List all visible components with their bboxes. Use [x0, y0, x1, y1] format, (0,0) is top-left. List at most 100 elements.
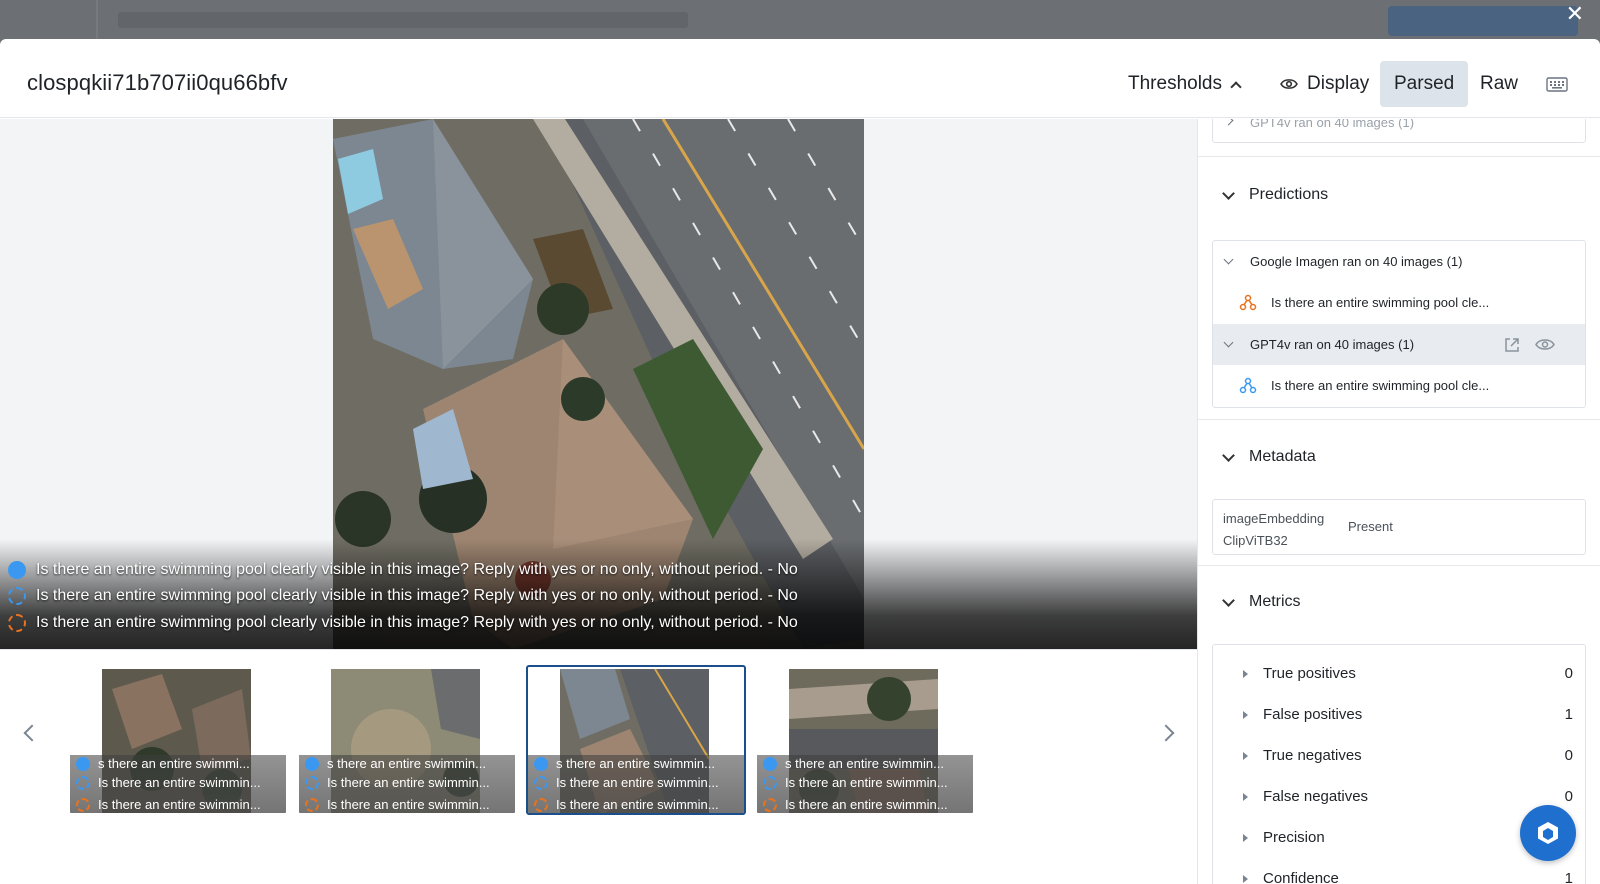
chevron-down-icon [1222, 186, 1235, 200]
thumbnail[interactable]: s there an entire swimmi... Is there an … [68, 665, 288, 815]
metric-value: 0 [1564, 747, 1573, 764]
metadata-key: imageEmbedding ClipViTB32 [1223, 508, 1324, 552]
thumbnail-caption: Is there an entire swimmin... [98, 797, 261, 812]
caret-right-icon [1243, 669, 1248, 678]
thumbnail-caption: Is there an entire swimmin... [785, 797, 948, 812]
prediction-item[interactable]: Is there an entire swimming pool cle... [1213, 282, 1585, 323]
metric-value: 1 [1564, 870, 1573, 884]
metric-row[interactable]: False positives 1 [1213, 694, 1585, 735]
thumbnail-selected[interactable]: s there an entire swimmin... Is there an… [526, 665, 746, 815]
ground-truth-dot-icon [763, 756, 777, 771]
predictions-section-header[interactable]: Predictions [1222, 186, 1329, 204]
chevron-left-icon[interactable] [23, 724, 41, 742]
display-button[interactable]: Display [1266, 61, 1383, 107]
metadata-value: Present [1348, 519, 1393, 534]
metric-value: 0 [1564, 665, 1573, 682]
metric-label: Confidence [1263, 870, 1339, 884]
close-icon[interactable]: ✕ [1566, 3, 1584, 25]
metric-value: 1 [1564, 706, 1573, 723]
prediction-item[interactable]: Is there an entire swimming pool cle... [1213, 365, 1585, 406]
background-page [0, 0, 1600, 40]
prediction-group-row[interactable]: GPT4v ran on 40 images (1) [1213, 324, 1585, 365]
raw-toggle[interactable]: Raw [1466, 61, 1532, 107]
gpt4v-dashed-circle-icon [534, 775, 548, 790]
caption-text: Is there an entire swimming pool clearly… [36, 561, 798, 578]
image-viewer[interactable]: Is there an entire swimming pool clearly… [0, 119, 1197, 649]
metadata-key-line: imageEmbedding [1223, 511, 1325, 526]
model-icon [1239, 294, 1257, 312]
ground-truth-dot-icon [534, 756, 548, 771]
thumbnail[interactable]: s there an entire swimmin... Is there an… [755, 665, 975, 815]
metric-row[interactable]: True positives 0 [1213, 653, 1585, 694]
chevron-right-icon [1223, 119, 1234, 126]
thumbnail-captions: s there an entire swimmin... Is there an… [299, 755, 515, 813]
gpt4v-dashed-circle-icon [76, 775, 90, 790]
prediction-group-label: GPT4v ran on 40 images (1) [1250, 119, 1415, 130]
gpt4v-dashed-circle-icon [305, 775, 319, 790]
external-link-icon[interactable] [1503, 336, 1521, 354]
thumbnail-captions: s there an entire swimmi... Is there an … [70, 755, 286, 813]
metric-value: 0 [1564, 788, 1573, 805]
thumbnail-strip: s there an entire swimmi... Is there an … [0, 649, 1197, 884]
thresholds-label: Thresholds [1128, 73, 1222, 94]
imagen-dashed-circle-icon [76, 797, 90, 812]
thumbnail-caption: s there an entire swimmin... [327, 756, 486, 771]
ground-truth-dot-icon [8, 561, 26, 579]
keyboard-icon [1546, 76, 1568, 92]
metric-row[interactable]: True negatives 0 [1213, 735, 1585, 776]
thumbnail-captions: s there an entire swimmin... Is there an… [528, 755, 744, 813]
metric-row[interactable]: Confidence 1 [1213, 858, 1585, 884]
prediction-group-label: GPT4v ran on 40 images (1) [1250, 337, 1415, 352]
thumbnail-caption: s there an entire swimmin... [785, 756, 944, 771]
keyboard-shortcuts-button[interactable] [1536, 61, 1578, 107]
metric-label: False positives [1263, 706, 1363, 723]
imagen-dashed-circle-icon [305, 797, 319, 812]
prediction-caption: Is there an entire swimming pool clearly… [8, 614, 798, 632]
prediction-group-row[interactable]: GPT4v ran on 40 images (1) [1213, 119, 1585, 143]
metrics-section-header[interactable]: Metrics [1222, 593, 1301, 611]
prediction-group-card: GPT4v ran on 40 images (1) [1212, 119, 1586, 143]
chevron-up-icon [1230, 80, 1242, 93]
thumbnail-caption: s there an entire swimmi... [98, 756, 250, 771]
thumbnail-caption: Is there an entire swimmin... [98, 775, 261, 790]
caret-right-icon [1243, 751, 1248, 760]
thumbnail-caption: Is there an entire swimmin... [556, 797, 719, 812]
section-divider [1198, 565, 1600, 566]
imagen-dashed-circle-icon [763, 797, 777, 812]
metric-label: False negatives [1263, 788, 1369, 805]
thumbnail-caption: Is there an entire swimmin... [556, 775, 719, 790]
caption-text: Is there an entire swimming pool clearly… [36, 587, 798, 604]
chevron-right-icon[interactable] [1157, 724, 1175, 742]
thumbnail-caption: s there an entire swimmin... [556, 756, 715, 771]
eye-icon[interactable] [1535, 337, 1555, 352]
help-launcher-button[interactable] [1520, 805, 1576, 861]
caret-right-icon [1243, 833, 1248, 842]
detail-modal: clospqkii71b707ii0qu66bfv Thresholds Dis… [0, 39, 1600, 884]
prediction-group-row[interactable]: Google Imagen ran on 40 images (1) [1213, 241, 1585, 282]
chevron-down-icon [1223, 337, 1234, 348]
caret-right-icon [1243, 874, 1248, 883]
metric-label: Precision [1263, 829, 1325, 846]
eye-icon [1280, 79, 1298, 89]
prediction-item-label: Is there an entire swimming pool cle... [1271, 295, 1490, 310]
prediction-caption: Is there an entire swimming pool clearly… [8, 561, 798, 579]
parsed-toggle[interactable]: Parsed [1380, 61, 1469, 107]
chevron-down-icon [1222, 593, 1235, 607]
prediction-caption: Is there an entire swimming pool clearly… [8, 587, 798, 605]
imagen-dashed-circle-icon [534, 797, 548, 812]
thresholds-button[interactable]: Thresholds [1114, 61, 1254, 107]
background-divider [96, 0, 98, 40]
section-divider [1198, 419, 1600, 420]
thumbnail[interactable]: s there an entire swimmin... Is there an… [297, 665, 517, 815]
cube-logo-icon [1538, 822, 1558, 844]
chevron-down-icon [1223, 254, 1234, 265]
predictions-title: Predictions [1249, 186, 1329, 203]
background-title [118, 12, 688, 28]
metadata-section-header[interactable]: Metadata [1222, 448, 1316, 466]
gpt4v-dashed-circle-icon [763, 775, 777, 790]
thumbnail-caption: Is there an entire swimmin... [327, 797, 490, 812]
metrics-title: Metrics [1249, 593, 1301, 610]
page-title: clospqkii71b707ii0qu66bfv [27, 70, 288, 95]
model-icon [1239, 377, 1257, 395]
ground-truth-dot-icon [76, 756, 90, 771]
